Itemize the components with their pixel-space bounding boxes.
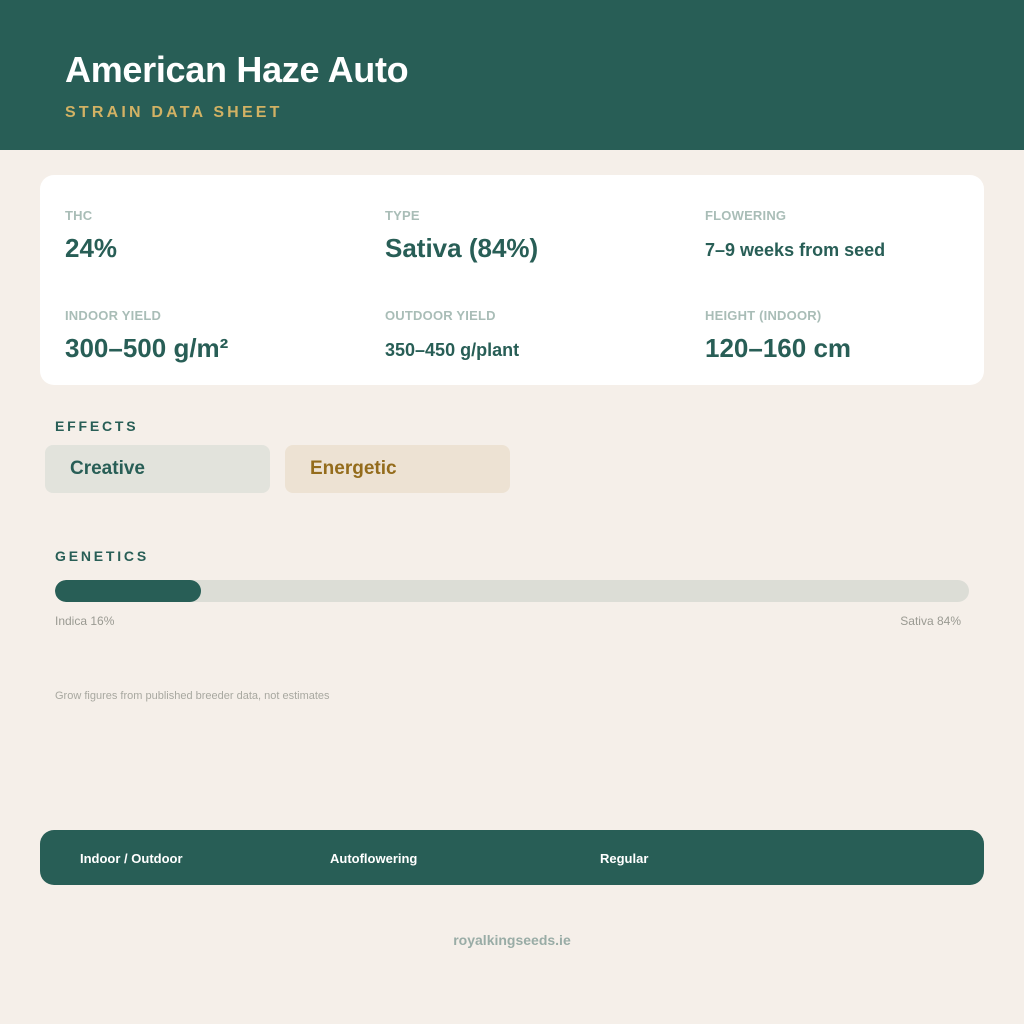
stats-card: THC 24% TYPE Sativa (84%) FLOWERING 7–9 … — [40, 175, 984, 385]
stat-value: 120–160 cm — [705, 333, 852, 363]
stat-flowering: FLOWERING 7–9 weeks from seed — [705, 209, 885, 261]
website-link[interactable]: royalkingseeds.ie — [0, 932, 1024, 948]
stat-label: THC — [65, 208, 93, 223]
genetics-bar — [55, 580, 969, 602]
effects-heading: EFFECTS — [55, 418, 139, 434]
stat-type: TYPE Sativa (84%) — [385, 208, 539, 264]
stat-value: 300–500 g/m² — [65, 333, 229, 363]
stat-value: Sativa (84%) — [385, 233, 539, 263]
stat-label: INDOOR YIELD — [65, 308, 162, 323]
stat-label: TYPE — [385, 208, 420, 223]
stat-height-indoor: HEIGHT (INDOOR) 120–160 cm — [705, 308, 852, 364]
page-title: American Haze Auto — [65, 49, 409, 90]
effect-chip-energetic: Energetic — [285, 445, 510, 493]
stat-label: HEIGHT (INDOOR) — [705, 308, 822, 323]
stat-label: OUTDOOR YIELD — [385, 308, 496, 323]
indica-label: Indica 16% — [55, 614, 115, 628]
genetics-indica-fill — [55, 580, 202, 602]
stat-value: 350–450 g/plant — [385, 340, 520, 360]
footer-item-environment: Indoor / Outdoor — [80, 851, 183, 866]
genetics-heading: GENETICS — [55, 548, 149, 564]
stat-indoor-yield: INDOOR YIELD 300–500 g/m² — [65, 308, 229, 364]
footer-item-seed-type: Regular — [600, 851, 649, 866]
stat-label: FLOWERING — [705, 208, 787, 223]
header-banner: American Haze Auto STRAIN DATA SHEET — [0, 0, 1024, 150]
stat-outdoor-yield: OUTDOOR YIELD 350–450 g/plant — [385, 309, 519, 361]
stat-value: 24% — [65, 233, 118, 263]
page-subtitle: STRAIN DATA SHEET — [65, 104, 283, 121]
sativa-label: Sativa 84% — [900, 614, 961, 628]
footer-bar: Indoor / Outdoor Autoflowering Regular — [40, 830, 984, 885]
effect-chip-creative: Creative — [45, 445, 270, 493]
data-note: Grow figures from published breeder data… — [55, 690, 330, 702]
stat-thc: THC 24% — [65, 208, 118, 264]
stat-value: 7–9 weeks from seed — [705, 240, 886, 260]
footer-item-flowering-type: Autoflowering — [330, 851, 418, 866]
